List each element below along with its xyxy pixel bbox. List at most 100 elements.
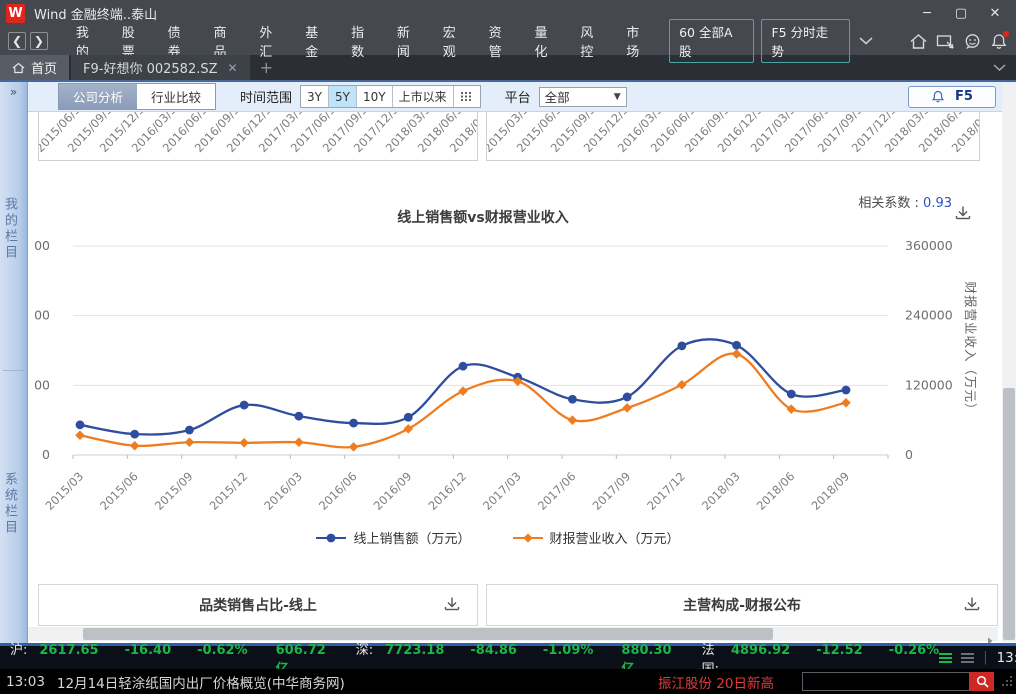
chart-legend: 线上销售额（万元） 财报营业收入（万元） xyxy=(28,528,968,547)
tab-home[interactable]: 首页 xyxy=(0,55,69,80)
notification-dot xyxy=(1003,31,1009,37)
news-time: 13:03 xyxy=(6,674,45,690)
svg-text:120000: 120000 xyxy=(905,377,953,392)
svg-text:2018/03: 2018/03 xyxy=(699,469,743,513)
svg-text:2017/03: 2017/03 xyxy=(480,469,524,513)
refresh-f5-button[interactable]: F5 xyxy=(908,86,996,108)
analysis-toolbar: 公司分析 行业比较 时间范围 3Y 5Y 10Y 上市以来 平台 全部 ▼ xyxy=(28,82,1016,112)
download-icon[interactable] xyxy=(963,596,981,617)
panel-title: 品类销售占比-线上 xyxy=(199,595,317,615)
green-menu-icon[interactable] xyxy=(939,653,952,663)
range-3y-button[interactable]: 3Y xyxy=(301,86,329,107)
search-button[interactable] xyxy=(970,672,994,691)
charts-canvas: 2015/06/302015/09/302015/12/312016/03/31… xyxy=(28,112,1002,643)
news-bar: 13:03 12月14日轻涂纸国内出厂价格概览(中华商务网) 振江股份 20日新… xyxy=(0,669,1016,694)
wind-logo-icon: W xyxy=(6,4,25,23)
time-range-label: 时间范围 xyxy=(240,87,292,106)
all-a-shares-button[interactable]: 60 全部A股 xyxy=(669,19,754,63)
home-icon[interactable] xyxy=(909,33,928,50)
menu-item-量化[interactable]: 量化 xyxy=(525,22,571,60)
svg-text:2016/09: 2016/09 xyxy=(371,469,415,513)
industry-compare-button[interactable]: 行业比较 xyxy=(137,84,215,109)
wind-terminal-window: W Wind 金融终端..泰山 ─ ▢ ✕ ❮ ❯ 我的股票债券商品外汇基金指数… xyxy=(0,0,1016,694)
message-icon[interactable] xyxy=(963,33,982,50)
vertical-scrollbar-thumb[interactable] xyxy=(1003,388,1015,640)
scroll-right-arrow-icon[interactable] xyxy=(986,630,994,643)
status-bar: 沪:2617.65-16.40-0.62%606.72亿深:7723.18-84… xyxy=(0,646,1016,669)
svg-text:2015/09: 2015/09 xyxy=(152,469,196,513)
back-button[interactable]: ❮ xyxy=(8,32,26,50)
svg-text:0: 0 xyxy=(42,447,50,462)
svg-text:2018/06: 2018/06 xyxy=(754,469,798,513)
grid-icon[interactable] xyxy=(454,86,480,107)
download-icon[interactable] xyxy=(443,596,461,617)
tab-close-icon[interactable]: ✕ xyxy=(228,61,238,75)
menu-item-基金[interactable]: 基金 xyxy=(295,22,341,60)
svg-text:2018/09: 2018/09 xyxy=(808,469,852,513)
panel-main-business: 主营构成-财报公布 xyxy=(486,584,998,626)
window-title: Wind 金融终端..泰山 xyxy=(34,4,157,23)
menu-item-资管[interactable]: 资管 xyxy=(479,22,525,60)
sidebar-section-my-columns[interactable]: 我的栏目 xyxy=(0,197,27,261)
forward-button[interactable]: ❯ xyxy=(30,32,48,50)
menu-item-市场[interactable]: 市场 xyxy=(616,22,662,60)
search-icon xyxy=(976,675,989,688)
dropdown-arrow-icon: ▼ xyxy=(614,92,626,102)
bell-icon[interactable] xyxy=(990,33,1008,50)
main-chart-panel: 相关系数 : 0.93 线上销售额vs财报营业收入 36000000240000… xyxy=(28,179,998,584)
range-5y-button[interactable]: 5Y xyxy=(329,86,357,107)
legend-item[interactable]: 线上销售额（万元） xyxy=(316,528,470,547)
platform-label: 平台 xyxy=(505,87,531,106)
platform-select[interactable]: 全部 ▼ xyxy=(539,87,627,107)
svg-text:2016/06: 2016/06 xyxy=(316,469,360,513)
svg-text:2017/09: 2017/09 xyxy=(590,469,634,513)
svg-text:240000: 240000 xyxy=(905,308,953,323)
svg-text:360000: 360000 xyxy=(905,238,953,253)
vertical-scrollbar[interactable] xyxy=(1002,83,1016,642)
home-tab-icon xyxy=(12,62,25,74)
menu-item-新闻[interactable]: 新闻 xyxy=(387,22,433,60)
sidebar-section-system-columns[interactable]: 系统栏目 xyxy=(0,472,27,536)
intraday-trend-button[interactable]: F5 分时走势 xyxy=(761,19,850,63)
sidebar-collapse-button[interactable]: » xyxy=(0,82,27,99)
snapshot-icon[interactable] xyxy=(936,33,955,50)
line-chart: 360000002400000012000000002015/032015/06… xyxy=(28,187,998,527)
stock-alert[interactable]: 振江股份 20日新高 xyxy=(658,672,774,692)
menu-bar: ❮ ❯ 我的股票债券商品外汇基金指数新闻宏观资管量化风控市场 60 全部A股 F… xyxy=(0,27,1016,55)
chevron-down-icon[interactable] xyxy=(859,37,873,45)
news-headline[interactable]: 12月14日轻涂纸国内出厂价格概览(中华商务网) xyxy=(57,672,345,692)
menu-item-宏观[interactable]: 宏观 xyxy=(433,22,479,60)
add-tab-button[interactable]: + xyxy=(250,55,283,80)
legend-item[interactable]: 财报营业收入（万元） xyxy=(513,528,680,547)
menu-item-风控[interactable]: 风控 xyxy=(570,22,616,60)
svg-text:00: 00 xyxy=(34,377,50,392)
clipped-chart-panel-right: 2015/03/312015/06/302015/09/302015/12/31… xyxy=(486,112,980,161)
svg-text:00: 00 xyxy=(34,238,50,253)
panel-title: 主营构成-财报公布 xyxy=(683,595,801,615)
svg-text:2016/12: 2016/12 xyxy=(425,469,469,513)
tabbar-chevron-down-icon[interactable] xyxy=(993,55,1016,80)
left-sidebar: » 我的栏目 系统栏目 xyxy=(0,82,28,643)
svg-text:00: 00 xyxy=(34,308,50,323)
svg-text:2016/03: 2016/03 xyxy=(261,469,305,513)
svg-text:财报营业收入（万元）: 财报营业收入（万元） xyxy=(963,281,978,416)
company-analysis-button[interactable]: 公司分析 xyxy=(59,84,137,109)
svg-text:0: 0 xyxy=(905,447,913,462)
tab-f9-stock[interactable]: F9-好想你 002582.SZ ✕ xyxy=(71,55,250,80)
svg-text:2017/12: 2017/12 xyxy=(644,469,688,513)
bell-outline-icon xyxy=(931,90,945,104)
svg-text:2015/06: 2015/06 xyxy=(97,469,141,513)
svg-text:2015/12: 2015/12 xyxy=(207,469,251,513)
content-area: » 我的栏目 系统栏目 公司分析 行业比较 时间范围 3Y 5Y 10Y 上市以… xyxy=(0,82,1016,643)
search-input[interactable] xyxy=(802,672,970,691)
menu-item-指数[interactable]: 指数 xyxy=(341,22,387,60)
range-10y-button[interactable]: 10Y xyxy=(357,86,393,107)
svg-text:2015/03: 2015/03 xyxy=(42,469,86,513)
lower-panels: 品类销售占比-线上 主营构成-财报公布 xyxy=(28,584,1002,626)
sidebar-divider xyxy=(3,370,24,371)
svg-text:2017/06: 2017/06 xyxy=(535,469,579,513)
resize-grip[interactable] xyxy=(1001,675,1013,691)
range-since-listing-button[interactable]: 上市以来 xyxy=(393,86,454,107)
gray-menu-icon[interactable] xyxy=(961,653,974,663)
clock: 13:04:25 xyxy=(997,650,1016,666)
